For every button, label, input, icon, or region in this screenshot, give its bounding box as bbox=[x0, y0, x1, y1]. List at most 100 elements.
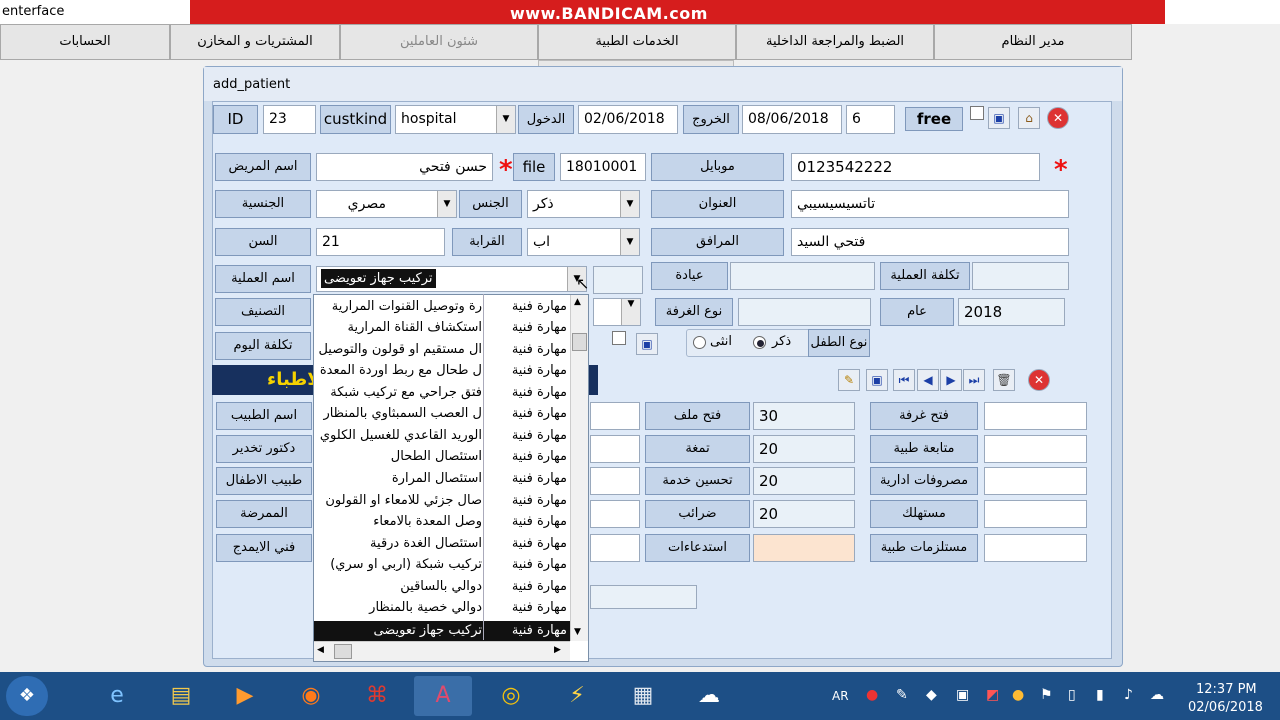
checkout-date-field[interactable]: 08/06/2018 bbox=[742, 105, 842, 134]
pdf-reader-icon[interactable]: ⌘ bbox=[348, 676, 406, 716]
room-type-field[interactable] bbox=[738, 298, 871, 326]
list-item[interactable]: استكشاف القناة المرارية مهارة فنية bbox=[314, 318, 570, 339]
list-item[interactable]: دوالي خصية بالمنظار مهارة فنية bbox=[314, 598, 570, 619]
open-room-button[interactable]: فتح غرفة bbox=[870, 402, 978, 430]
list-item[interactable]: ل طحال مع ربط اوردة المعدة مهارة فنية bbox=[314, 361, 570, 382]
pediatrician-button[interactable]: طبيب الاطفال bbox=[216, 467, 312, 495]
file-number-field[interactable]: 18010001 bbox=[560, 153, 646, 181]
chevron-down-icon[interactable]: ▼ bbox=[496, 106, 515, 133]
gender-select[interactable]: ذكر ▼ bbox=[527, 190, 640, 218]
record-icon[interactable]: ● bbox=[866, 687, 878, 703]
next-record-icon[interactable]: ▶ bbox=[940, 369, 962, 391]
save-icon[interactable]: ▣ bbox=[988, 107, 1010, 129]
list-item[interactable]: استئصال المرارة مهارة فنية bbox=[314, 469, 570, 490]
extra-field[interactable] bbox=[590, 585, 697, 609]
consumables-field[interactable] bbox=[984, 500, 1087, 528]
imaging-tech-button[interactable]: فني الايمدج bbox=[216, 534, 312, 562]
home-icon[interactable]: ⌂ bbox=[1018, 107, 1040, 129]
tray-icon[interactable]: ✎ bbox=[896, 687, 908, 703]
list-item[interactable]: دوالي بالساقين مهارة فنية bbox=[314, 577, 570, 598]
menu-medical-services[interactable]: الخدمات الطبية bbox=[538, 24, 736, 60]
access-icon[interactable]: A bbox=[414, 676, 472, 716]
list-item-selected[interactable]: تركيب جهاز تعويضى مهارة فنية bbox=[314, 621, 570, 642]
id-field[interactable]: 23 bbox=[263, 105, 316, 134]
language-indicator[interactable]: AR bbox=[832, 689, 849, 703]
list-item[interactable]: صال جزئي للامعاء او القولون مهارة فنية bbox=[314, 491, 570, 512]
patient-name-field[interactable]: حسن فتحي bbox=[316, 153, 493, 181]
file-explorer-icon[interactable]: ▤ bbox=[152, 676, 210, 716]
winrar-icon[interactable]: ⚡ bbox=[548, 676, 606, 716]
cloud-upload-icon[interactable]: ☁ bbox=[680, 676, 738, 716]
taxes-field[interactable]: 20 bbox=[753, 500, 855, 528]
menu-purchases-stores[interactable]: المشتريات و المخازن bbox=[170, 24, 340, 60]
female-radio[interactable] bbox=[693, 336, 706, 349]
battery-icon[interactable]: ▯ bbox=[1068, 687, 1076, 703]
nurse-button[interactable]: الممرضة bbox=[216, 500, 312, 528]
previous-record-icon[interactable]: ◀ bbox=[917, 369, 939, 391]
operation-cost-field[interactable] bbox=[972, 262, 1069, 290]
chevron-down-icon[interactable]: ▼ bbox=[621, 299, 640, 325]
pediatrician-field[interactable] bbox=[590, 467, 640, 495]
last-record-icon[interactable]: ⏭ bbox=[963, 369, 985, 391]
anesthesia-doctor-button[interactable]: دكتور تخدير bbox=[216, 435, 312, 463]
horizontal-scrollbar[interactable]: ◀ ▶ bbox=[314, 641, 570, 661]
open-file-fee-field[interactable]: 30 bbox=[753, 402, 855, 430]
hscroll-thumb[interactable] bbox=[334, 644, 352, 659]
list-item[interactable]: الوريد القاعدي للغسيل الكلوي مهارة فنية bbox=[314, 426, 570, 447]
menu-employees[interactable]: شئون العاملين bbox=[340, 24, 538, 60]
checkin-date-field[interactable]: 02/06/2018 bbox=[578, 105, 678, 134]
first-record-icon[interactable]: ⏮ bbox=[893, 369, 915, 391]
open-room-field[interactable] bbox=[984, 402, 1087, 430]
doctor-name-button[interactable]: اسم الطبيب bbox=[216, 402, 312, 430]
relation-select[interactable]: اب ▼ bbox=[527, 228, 640, 256]
doctor-field[interactable] bbox=[590, 402, 640, 430]
firefox-icon[interactable]: ◉ bbox=[282, 676, 340, 716]
nationality-select[interactable]: مصري ▼ bbox=[316, 190, 457, 218]
chevron-down-icon[interactable]: ▼ bbox=[437, 191, 456, 217]
vertical-scrollbar[interactable]: ▲ ▼ bbox=[570, 295, 588, 641]
close-icon[interactable]: ✕ bbox=[1028, 369, 1050, 391]
internet-explorer-icon[interactable]: e bbox=[88, 676, 146, 716]
companion-field[interactable]: فتحي السيد bbox=[791, 228, 1069, 256]
scroll-left-icon[interactable]: ◀ bbox=[317, 645, 324, 655]
age-field[interactable]: 21 bbox=[316, 228, 445, 256]
list-item[interactable]: ال مستقيم او قولون والتوصيل مهارة فنية bbox=[314, 340, 570, 361]
mobile-field[interactable]: 0123542222 bbox=[791, 153, 1040, 181]
save-icon[interactable]: ▣ bbox=[636, 333, 658, 355]
delete-icon[interactable]: 🗑 bbox=[993, 369, 1015, 391]
medical-followup-button[interactable]: متابعة طبية bbox=[870, 435, 978, 463]
service-improvement-field[interactable]: 20 bbox=[753, 467, 855, 495]
admin-expenses-field[interactable] bbox=[984, 467, 1087, 495]
clinic-field[interactable] bbox=[730, 262, 875, 290]
list-item[interactable]: استئصال الغدة درقية مهارة فنية bbox=[314, 534, 570, 555]
nurse-field[interactable] bbox=[590, 500, 640, 528]
list-item[interactable]: تركيب شبكة (اربي او سري) مهارة فنية bbox=[314, 555, 570, 576]
clock-date[interactable]: 02/06/2018 bbox=[1188, 700, 1263, 715]
start-button-icon[interactable]: ❖ bbox=[6, 676, 48, 716]
day-cost-checkbox[interactable] bbox=[612, 331, 626, 345]
menu-accounts[interactable]: الحسابات bbox=[0, 24, 170, 60]
volume-icon[interactable]: ♪ bbox=[1124, 687, 1133, 703]
antivirus-icon[interactable]: ◩ bbox=[986, 687, 999, 703]
admin-expenses-button[interactable]: مصروفات ادارية bbox=[870, 467, 978, 495]
scroll-down-icon[interactable]: ▼ bbox=[574, 627, 581, 637]
classification-select[interactable]: ▼ bbox=[593, 298, 641, 326]
close-icon[interactable]: ✕ bbox=[1047, 107, 1069, 129]
chevron-down-icon[interactable]: ▼ bbox=[620, 191, 639, 217]
anesthesia-field[interactable] bbox=[590, 435, 640, 463]
menu-system-admin[interactable]: مدير النظام bbox=[934, 24, 1132, 60]
operation-select[interactable]: تركيب جهاز تعويضى ▼ bbox=[316, 266, 587, 292]
list-item[interactable]: رة وتوصيل القنوات المرارية مهارة فنية bbox=[314, 297, 570, 318]
scroll-up-icon[interactable]: ▲ bbox=[574, 297, 581, 307]
save-icon[interactable]: ▣ bbox=[866, 369, 888, 391]
flag-icon[interactable]: ⚑ bbox=[1040, 687, 1053, 703]
scroll-right-icon[interactable]: ▶ bbox=[554, 645, 561, 655]
list-item[interactable]: وصل المعدة بالامعاء مهارة فنية bbox=[314, 512, 570, 533]
status-button[interactable]: free bbox=[905, 107, 963, 131]
list-item[interactable]: ل العصب السمبثاوي بالمنظار مهارة فنية bbox=[314, 404, 570, 425]
imaging-field[interactable] bbox=[590, 534, 640, 562]
upload-tray-icon[interactable]: ☁ bbox=[1150, 687, 1164, 703]
calls-field[interactable] bbox=[753, 534, 855, 562]
media-player-icon[interactable]: ▶ bbox=[216, 676, 274, 716]
status-checkbox[interactable] bbox=[970, 106, 984, 120]
